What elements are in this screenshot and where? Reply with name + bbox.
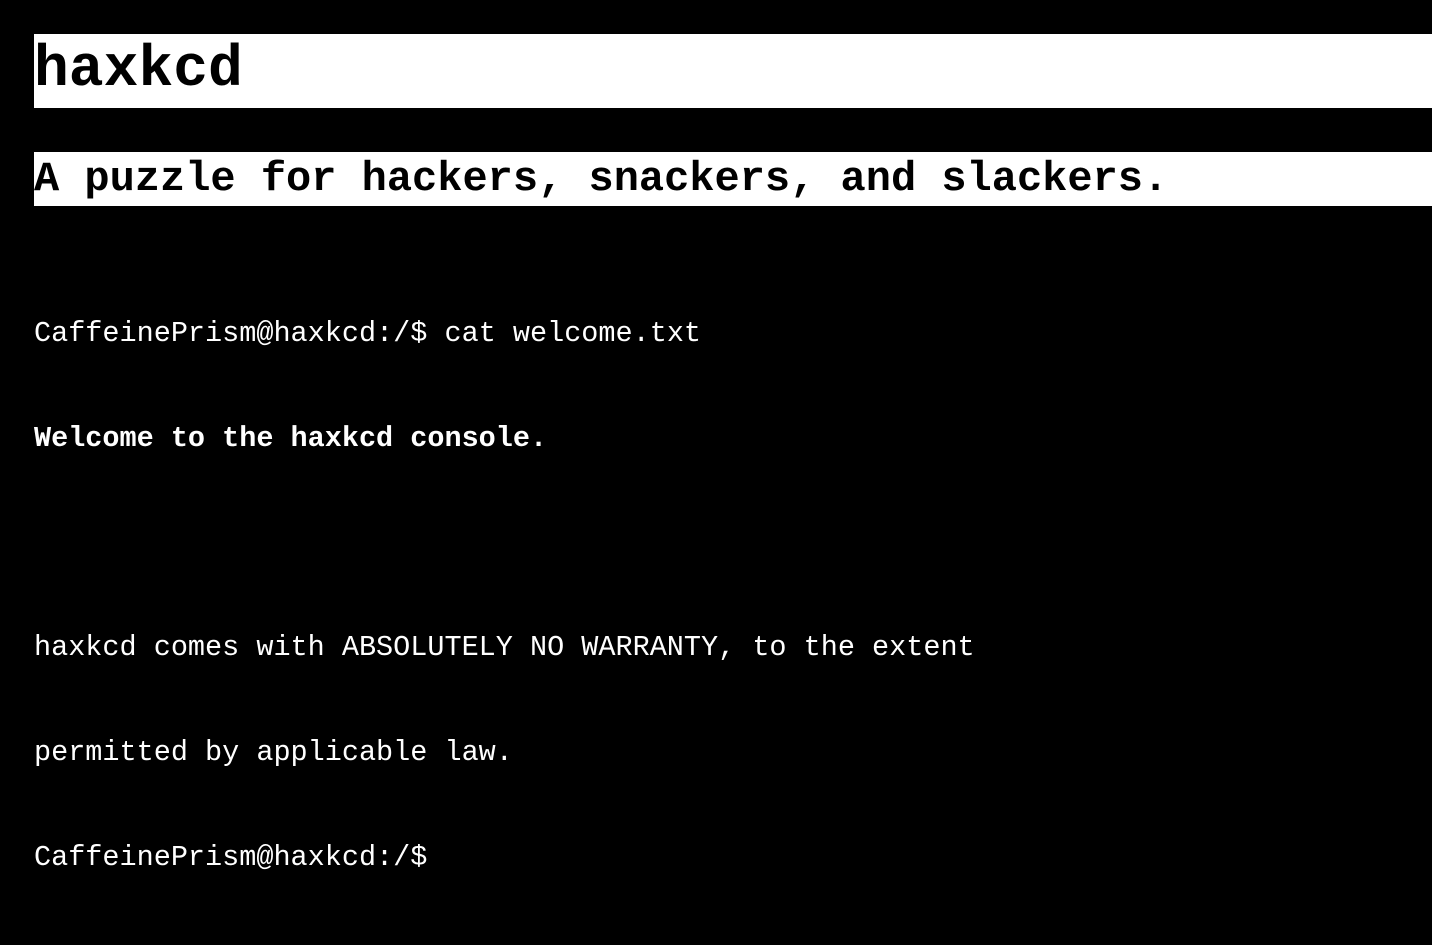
site-title-text: haxkcd (34, 38, 243, 103)
site-title: haxkcd (34, 34, 1432, 108)
console-command-line: CaffeinePrism@haxkcd:/$ cat welcome.txt (34, 316, 1432, 351)
console-active-prompt: CaffeinePrism@haxkcd:/$ (34, 841, 428, 874)
terminal-console[interactable]: CaffeinePrism@haxkcd:/$ cat welcome.txt … (34, 246, 1432, 945)
site-subtitle-text: A puzzle for hackers, snackers, and slac… (34, 155, 1169, 203)
console-input-line: CaffeinePrism@haxkcd:/$ (34, 840, 1432, 875)
command-input[interactable] (444, 840, 1045, 875)
console-command: cat welcome.txt (444, 317, 702, 350)
console-warranty-line-2: permitted by applicable law. (34, 736, 513, 769)
console-command-spacer (427, 316, 444, 351)
console-prompt: CaffeinePrism@haxkcd:/$ (34, 317, 428, 350)
site-subtitle: A puzzle for hackers, snackers, and slac… (34, 152, 1432, 206)
console-warranty-line-1: haxkcd comes with ABSOLUTELY NO WARRANTY… (34, 631, 975, 664)
console-welcome-line: Welcome to the haxkcd console. (34, 422, 548, 455)
page: haxkcd A puzzle for hackers, snackers, a… (34, 34, 1432, 945)
